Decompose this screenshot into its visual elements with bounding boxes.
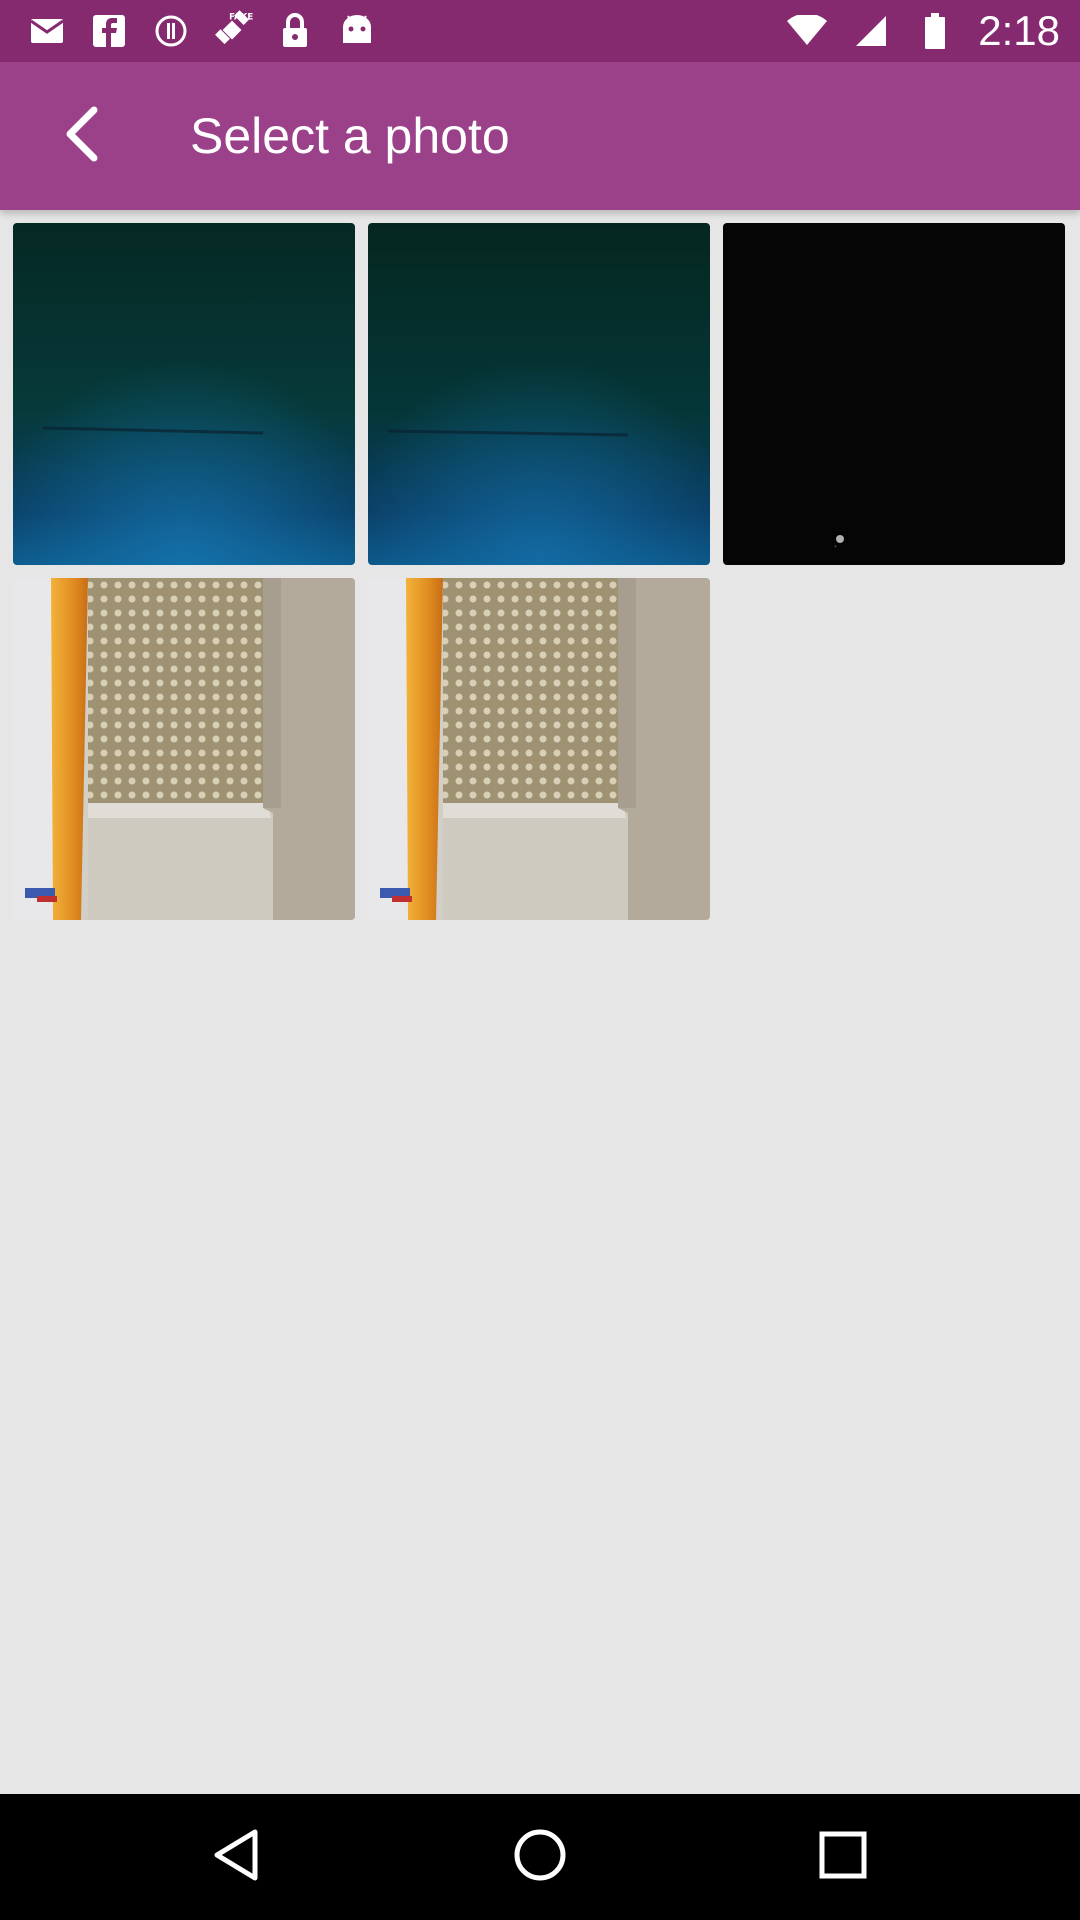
status-time: 2:18 (978, 7, 1060, 54)
photo-thumbnail-1[interactable] (13, 223, 355, 565)
signal-icon (850, 10, 892, 52)
recents-square-icon (818, 1830, 868, 1885)
photo-thumbnail-3[interactable] (723, 223, 1065, 565)
wifi-icon (786, 10, 828, 52)
navigation-bar (0, 1794, 1080, 1920)
home-circle-icon (512, 1827, 568, 1888)
app-bar: Select a photo (0, 62, 1080, 210)
photo-grid (13, 223, 1067, 920)
photo-thumbnail-5[interactable] (368, 578, 710, 920)
nav-back-button[interactable] (196, 1817, 276, 1897)
svg-text:FAKE: FAKE (229, 13, 253, 23)
info-circle-icon (150, 10, 192, 52)
mail-icon (26, 10, 68, 52)
back-triangle-icon (211, 1828, 261, 1887)
back-arrow-icon (62, 106, 102, 167)
android-icon (336, 10, 378, 52)
status-bar: FAKE 2:18 (0, 0, 1080, 62)
photo-thumbnail-4[interactable] (13, 578, 355, 920)
battery-icon (914, 10, 956, 52)
photo-thumbnail-2[interactable] (368, 223, 710, 565)
page-title: Select a photo (190, 108, 510, 164)
lock-icon (274, 10, 316, 52)
facebook-icon (88, 10, 130, 52)
back-button[interactable] (40, 94, 124, 178)
fake-gps-satellite-icon: FAKE (212, 10, 254, 52)
nav-recents-button[interactable] (803, 1817, 883, 1897)
nav-home-button[interactable] (500, 1817, 580, 1897)
